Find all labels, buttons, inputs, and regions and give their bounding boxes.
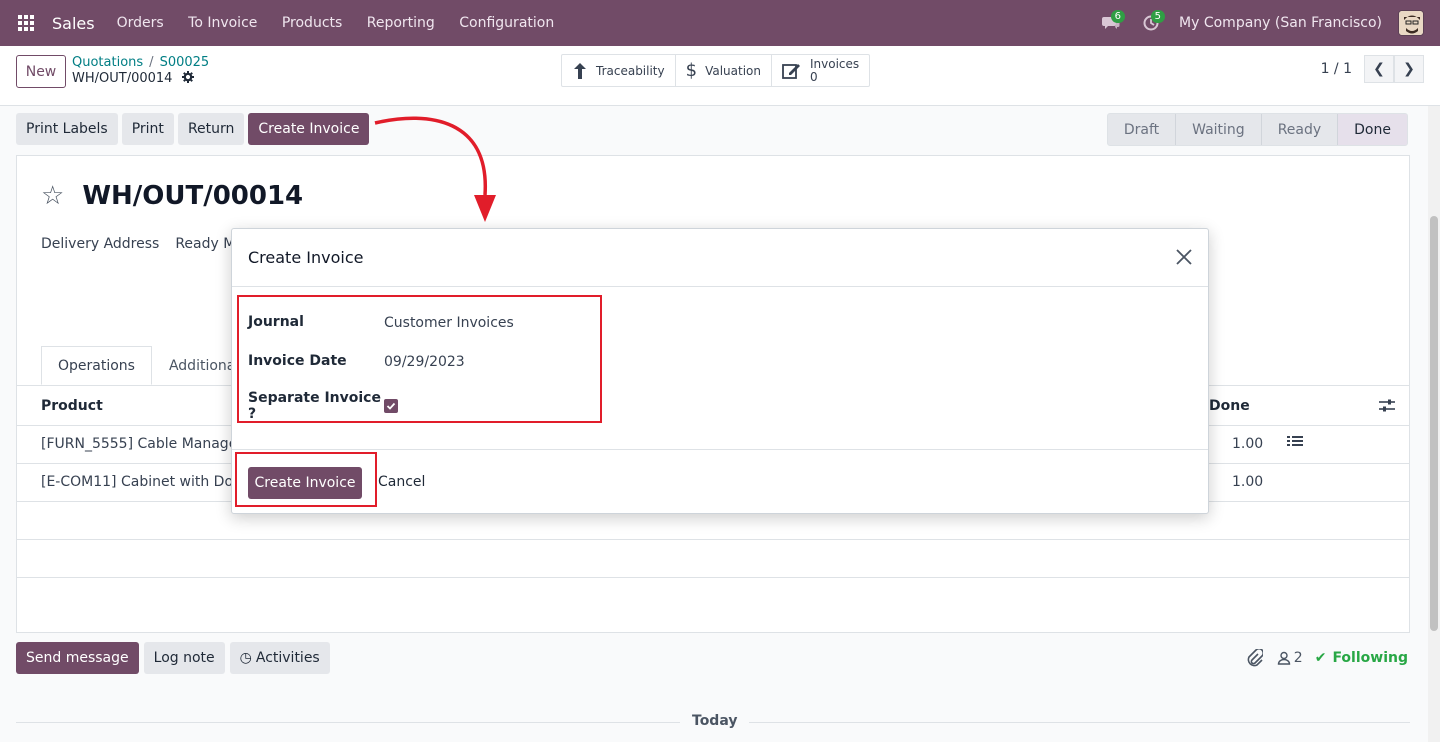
menu-to-invoice[interactable]: To Invoice	[188, 15, 257, 31]
sliders-icon[interactable]	[1379, 399, 1395, 413]
row-done: 1.00	[1232, 436, 1264, 452]
gear-icon[interactable]	[181, 71, 194, 83]
form-actions: Print Labels Print Return Create Invoice	[16, 113, 373, 145]
arrow-up-icon	[574, 62, 586, 79]
row-product: [E-COM11] Cabinet with Doors	[41, 474, 255, 490]
apps-menu-icon[interactable]	[0, 0, 52, 46]
messages-badge: 6	[1110, 10, 1126, 23]
paperclip-icon[interactable]	[1247, 649, 1263, 667]
top-navbar: Sales Orders To Invoice Products Reporti…	[0, 0, 1440, 46]
page-scrollbar[interactable]	[1428, 106, 1440, 742]
scrollbar-thumb[interactable]	[1430, 216, 1438, 631]
pager-value[interactable]: 1 / 1	[1321, 61, 1352, 77]
dialog-header: Create Invoice	[232, 229, 1208, 287]
annotation-box-button	[235, 452, 377, 507]
annotation-arrow	[374, 116, 496, 222]
user-avatar[interactable]	[1398, 10, 1424, 36]
company-switcher[interactable]: My Company (San Francisco)	[1179, 15, 1382, 31]
menu-configuration[interactable]: Configuration	[459, 15, 554, 31]
menu-products[interactable]: Products	[282, 15, 342, 31]
followers-count[interactable]: 2	[1294, 650, 1303, 666]
close-icon[interactable]	[1174, 247, 1194, 267]
activities-button[interactable]: ◷ Activities	[229, 642, 330, 674]
following-button[interactable]: Following	[1332, 650, 1408, 666]
valuation-button[interactable]: $ Valuation	[676, 55, 772, 86]
list-details-icon[interactable]	[1287, 434, 1303, 448]
menu-reporting[interactable]: Reporting	[367, 15, 435, 31]
stage-waiting[interactable]: Waiting	[1176, 114, 1262, 145]
star-icon[interactable]: ☆	[41, 181, 64, 211]
activities-button[interactable]: 5	[1131, 0, 1171, 46]
menu-orders[interactable]: Orders	[117, 15, 164, 31]
user-icon[interactable]	[1277, 651, 1291, 665]
breadcrumb-quotations[interactable]: Quotations	[72, 55, 143, 70]
column-product[interactable]: Product	[41, 398, 103, 414]
row-product: [FURN_5555] Cable Managem	[41, 436, 251, 452]
traceability-label: Traceability	[596, 63, 665, 78]
column-done[interactable]: Done	[1209, 398, 1250, 414]
app-name[interactable]: Sales	[52, 14, 95, 33]
breadcrumb-order[interactable]: S00025	[160, 55, 210, 70]
dialog-footer: Create Invoice Cancel	[232, 449, 1208, 513]
invoices-label: Invoices	[810, 56, 860, 71]
send-message-button[interactable]: Send message	[16, 642, 139, 674]
edit-icon	[782, 63, 800, 79]
pager: 1 / 1 ❮ ❯	[1321, 55, 1424, 83]
stage-done[interactable]: Done	[1338, 114, 1407, 145]
chevron-right-icon: ❯	[1403, 61, 1415, 77]
notebook-tabs: Operations Additional	[41, 346, 256, 385]
breadcrumb: Quotations / S00025 WH/OUT/00014	[72, 55, 209, 86]
empty-row	[17, 540, 1409, 578]
print-labels-button[interactable]: Print Labels	[16, 113, 118, 145]
print-button[interactable]: Print	[121, 113, 174, 145]
control-panel: New Quotations / S00025 WH/OUT/00014 Trace…	[0, 46, 1440, 106]
empty-row	[17, 578, 1409, 616]
breadcrumb-current: WH/OUT/00014	[72, 71, 173, 86]
today-label: Today	[680, 713, 750, 729]
clock-icon: ◷	[239, 650, 252, 666]
avatar-icon	[1399, 11, 1423, 35]
tab-operations[interactable]: Operations	[41, 346, 152, 385]
cancel-button[interactable]: Cancel	[378, 474, 425, 490]
pager-previous-button[interactable]: ❮	[1364, 55, 1394, 83]
status-bar: Draft Waiting Ready Done	[1106, 113, 1408, 146]
activities-label: Activities	[255, 650, 320, 666]
annotation-box-fields	[237, 295, 602, 423]
chatter-followers: 2 ✔ Following	[1247, 649, 1408, 667]
messages-button[interactable]: 6	[1091, 0, 1131, 46]
dialog-title: Create Invoice	[248, 248, 364, 267]
main-menu: Orders To Invoice Products Reporting Con…	[117, 15, 575, 31]
valuation-label: Valuation	[705, 63, 761, 78]
chevron-left-icon: ❮	[1373, 61, 1385, 77]
smart-buttons: Traceability $ Valuation Invoices 0	[561, 54, 871, 87]
stage-ready[interactable]: Ready	[1262, 114, 1339, 145]
record-title: WH/OUT/00014	[82, 181, 304, 211]
invoices-count: 0	[810, 69, 818, 84]
traceability-button[interactable]: Traceability	[562, 55, 676, 86]
invoices-button[interactable]: Invoices 0	[772, 55, 869, 86]
create-invoice-action-button[interactable]: Create Invoice	[248, 113, 370, 145]
stage-draft[interactable]: Draft	[1108, 114, 1177, 145]
row-done: 1.00	[1232, 474, 1264, 490]
dollar-icon: $	[685, 60, 698, 81]
return-button[interactable]: Return	[177, 113, 245, 145]
pager-next-button[interactable]: ❯	[1394, 55, 1424, 83]
log-note-button[interactable]: Log note	[143, 642, 225, 674]
delivery-address-label: Delivery Address	[41, 236, 160, 252]
new-button[interactable]: New	[16, 55, 66, 88]
breadcrumb-separator: /	[149, 55, 154, 70]
chatter-actions: Send message Log note ◷ Activities	[16, 642, 335, 674]
check-icon: ✔	[1314, 650, 1327, 666]
activities-badge: 5	[1150, 10, 1166, 23]
